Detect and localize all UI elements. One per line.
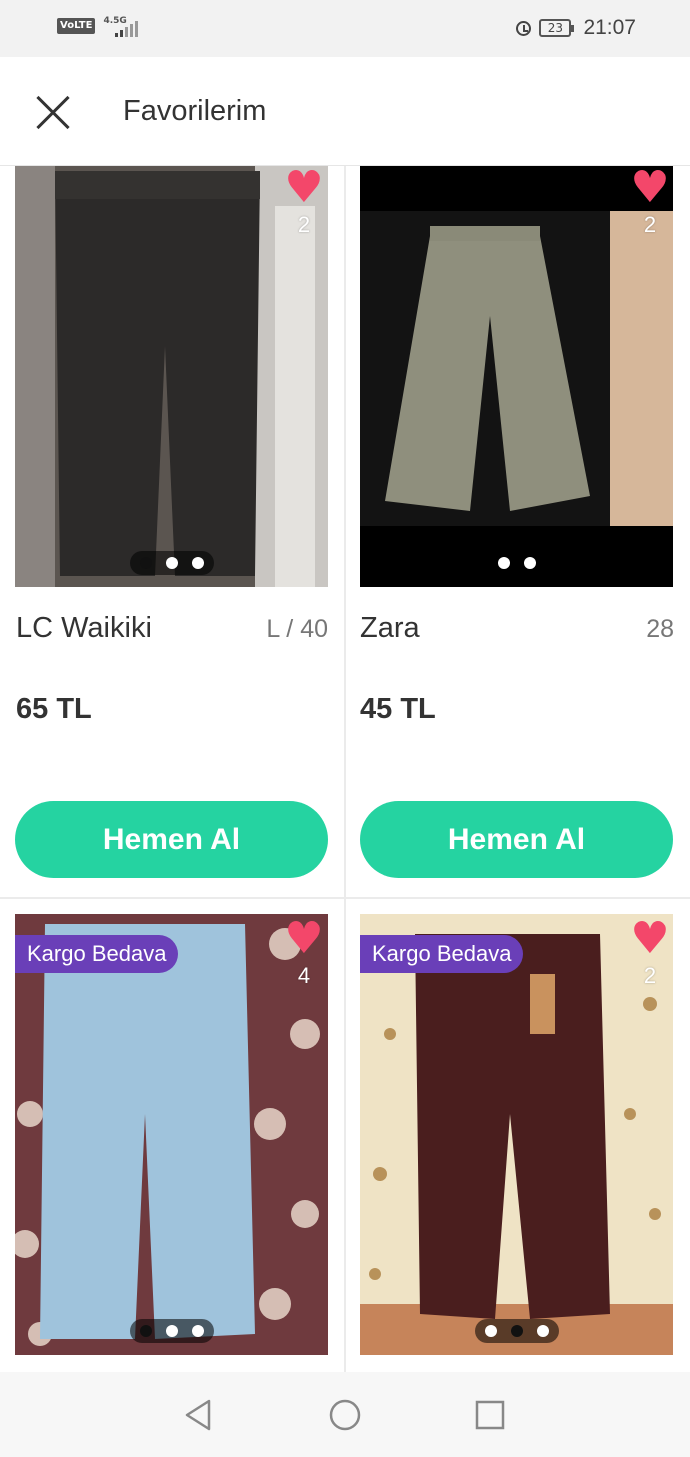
heart-icon: ♥ — [284, 166, 324, 213]
favorite-button[interactable]: ♥ 2 — [280, 166, 328, 238]
image-pager[interactable] — [488, 551, 546, 575]
favorite-count: 2 — [643, 963, 657, 988]
product-brand: LC Waikiki — [16, 612, 152, 644]
heart-icon: ♥ — [630, 166, 670, 213]
home-icon[interactable] — [327, 1397, 363, 1433]
volte-badge: VoLTE — [57, 18, 96, 34]
page-title: Favorilerim — [123, 95, 267, 127]
back-icon[interactable] — [181, 1397, 217, 1433]
product-card[interactable]: Kargo Bedava ♥ 2 — [346, 899, 690, 1372]
product-card[interactable]: ♥ 2 Zara 28 45 TL Hemen Al — [346, 166, 690, 897]
product-price: 65 TL — [16, 693, 92, 725]
image-pager[interactable] — [474, 1319, 559, 1343]
battery-icon: 23 — [539, 19, 575, 37]
system-nav-bar — [0, 1372, 690, 1457]
favorite-button[interactable]: ♥ 4 — [280, 917, 328, 989]
buy-now-button[interactable]: Hemen Al — [15, 801, 328, 878]
heart-icon: ♥ — [630, 913, 670, 964]
product-size: 28 — [646, 615, 674, 643]
favorite-button[interactable]: ♥ 2 — [626, 166, 674, 238]
heart-icon: ♥ — [284, 913, 324, 964]
favorite-count: 2 — [643, 212, 657, 237]
status-left: VoLTE 4.5G — [57, 16, 141, 40]
product-brand: Zara — [360, 612, 420, 644]
product-card[interactable]: Kargo Bedava ♥ 4 — [0, 899, 344, 1372]
close-icon[interactable] — [33, 93, 73, 133]
favorites-grid[interactable]: ♥ 2 LC Waikiki L / 40 65 TL Hemen Al ♥ 2… — [0, 166, 690, 1372]
alarm-icon — [516, 20, 532, 36]
app-header: Favorilerim — [0, 57, 690, 166]
favorite-button[interactable]: ♥ 2 — [626, 917, 674, 989]
buy-now-button[interactable]: Hemen Al — [360, 801, 673, 878]
favorite-count: 4 — [297, 963, 311, 988]
favorite-count: 2 — [297, 212, 311, 237]
product-size: L / 40 — [266, 615, 328, 643]
product-card[interactable]: ♥ 2 LC Waikiki L / 40 65 TL Hemen Al — [0, 166, 344, 897]
free-shipping-badge: Kargo Bedava — [360, 935, 524, 973]
free-shipping-badge: Kargo Bedava — [15, 935, 179, 973]
product-price: 45 TL — [360, 693, 436, 725]
clock: 21:07 — [583, 16, 636, 39]
image-pager[interactable] — [129, 551, 214, 575]
status-bar: VoLTE 4.5G 23 21:07 — [0, 0, 690, 57]
signal-icon: 4.5G — [101, 16, 141, 40]
recent-apps-icon[interactable] — [474, 1399, 506, 1431]
image-pager[interactable] — [129, 1319, 214, 1343]
status-right: 23 21:07 — [516, 16, 636, 40]
